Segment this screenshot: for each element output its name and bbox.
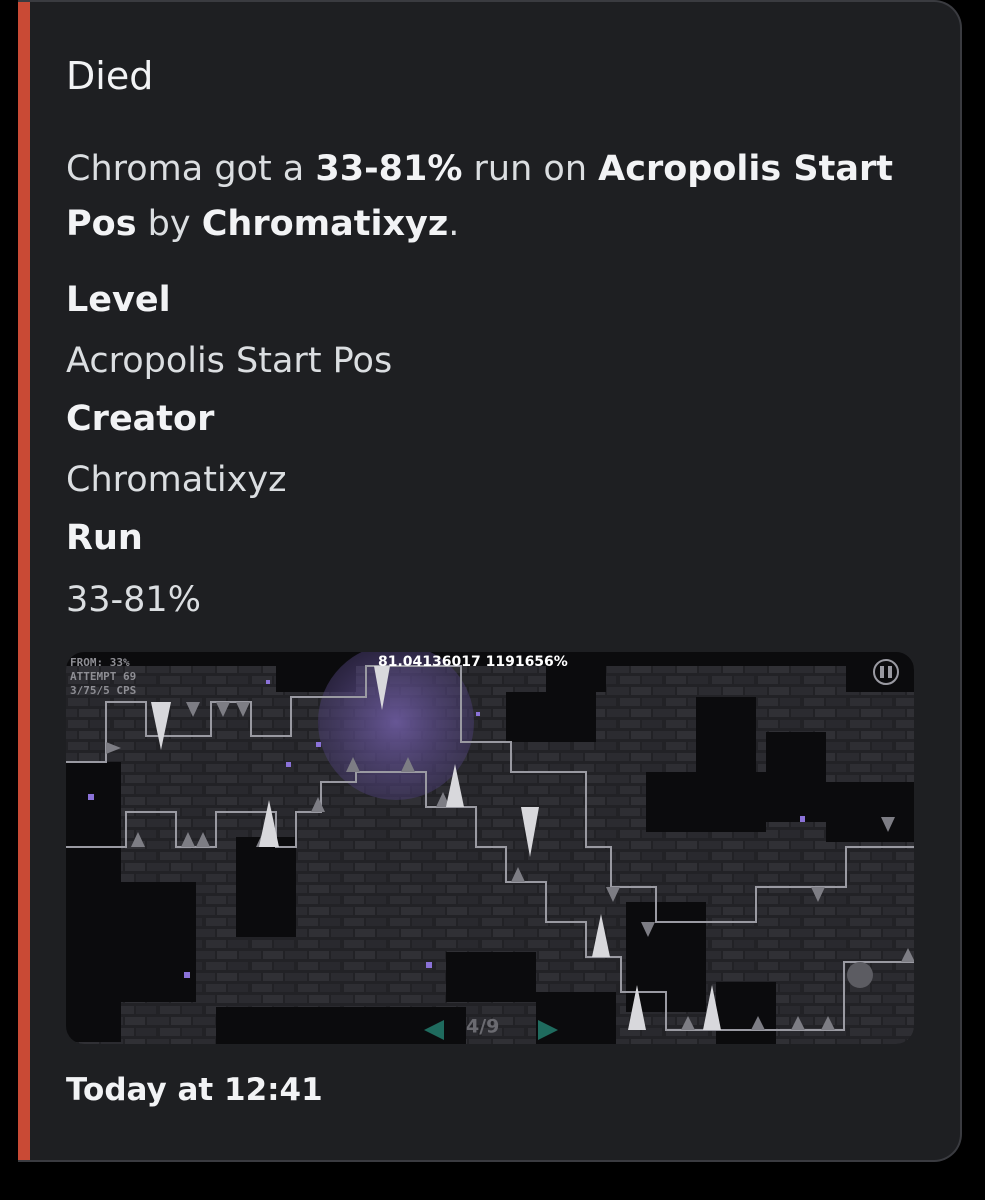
embed-description: Chroma got a 33-81% run on Acropolis Sta… — [66, 149, 893, 244]
run-range: 33-81% — [315, 149, 463, 189]
creator-name: Chromatixyz — [201, 204, 449, 244]
sawblade — [847, 962, 873, 988]
player-name: Chroma — [66, 149, 204, 189]
embed-card: Died Chroma got a 33-81% run on Acropoli… — [18, 0, 962, 1162]
hud-from: FROM: 33% — [70, 656, 130, 669]
embed-image[interactable]: FROM: 33% ATTEMPT 69 3/75/5 CPS 81.04136… — [66, 652, 914, 1044]
embed-accent-bar — [18, 2, 30, 1160]
embed-title: Died — [66, 54, 154, 98]
field-name-run: Run — [66, 518, 143, 558]
field-name-creator: Creator — [66, 399, 215, 439]
gameplay-screenshot: FROM: 33% ATTEMPT 69 3/75/5 CPS 81.04136… — [66, 652, 914, 1044]
field-name-level: Level — [66, 280, 171, 320]
percent-readout: 81.04136017 1191656% — [378, 654, 568, 670]
hud-attempt: ATTEMPT 69 — [70, 670, 136, 683]
page-indicator: 4/9 — [466, 1016, 499, 1038]
field-value-level: Acropolis Start Pos — [66, 341, 393, 381]
hud-cps: 3/75/5 CPS — [70, 684, 136, 697]
embed-timestamp: Today at 12:41 — [66, 1072, 323, 1108]
field-value-run: 33-81% — [66, 580, 201, 620]
field-value-creator: Chromatixyz — [66, 460, 287, 500]
